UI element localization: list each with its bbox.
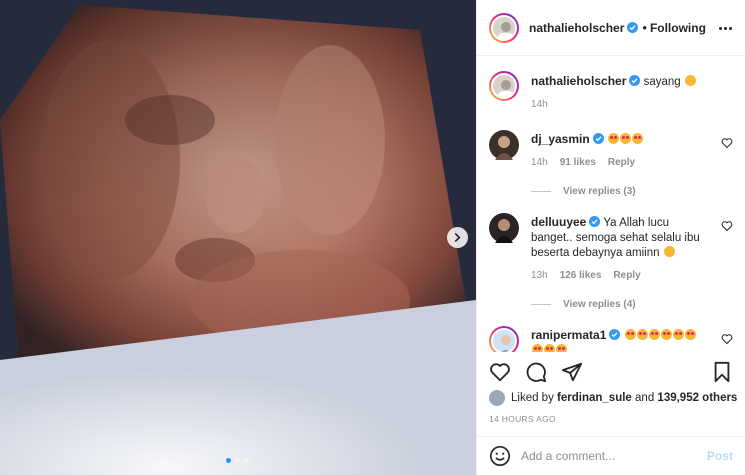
liker-avatar[interactable] bbox=[489, 390, 505, 406]
caption-text: sayang bbox=[643, 76, 681, 88]
carousel-indicator bbox=[226, 458, 249, 463]
caption: nathalieholscher sayang 14h bbox=[489, 71, 733, 112]
next-image-button[interactable] bbox=[447, 227, 468, 248]
comment-icon[interactable] bbox=[525, 361, 547, 383]
likes-count[interactable]: 139,952 others bbox=[657, 392, 737, 404]
verified-icon bbox=[627, 22, 639, 33]
cute-emoji-icon bbox=[663, 246, 675, 257]
commenter-avatar[interactable] bbox=[489, 326, 519, 352]
comment-likes[interactable]: 126 likes bbox=[560, 268, 602, 283]
add-comment-bar: Post bbox=[477, 436, 745, 475]
heart-eyes-emoji-icon bbox=[624, 329, 636, 340]
carousel-dot bbox=[226, 458, 231, 463]
heart-icon[interactable] bbox=[489, 361, 511, 383]
comments-list: nathalieholscher sayang 14h dj_yasmin 14… bbox=[477, 57, 745, 352]
comment-username[interactable]: dj_yasmin bbox=[531, 132, 590, 146]
kiss-emoji-icon bbox=[684, 75, 696, 86]
commenter-avatar[interactable] bbox=[489, 130, 519, 160]
verified-icon bbox=[592, 133, 604, 144]
heart-eyes-emoji-icon bbox=[648, 329, 660, 340]
heart-eyes-emoji-icon bbox=[660, 329, 672, 340]
author-username[interactable]: nathalieholscher bbox=[529, 21, 624, 35]
post-header: nathalieholscher • Following bbox=[477, 0, 745, 56]
share-icon[interactable] bbox=[561, 361, 583, 383]
heart-eyes-emoji-icon bbox=[532, 344, 543, 352]
view-replies-button[interactable]: View replies (4) bbox=[531, 299, 733, 310]
author-avatar[interactable] bbox=[489, 12, 519, 43]
comment-item: dj_yasmin 14h 91 likes Reply bbox=[489, 130, 733, 170]
caption-time: 14h bbox=[531, 99, 548, 110]
verified-icon bbox=[609, 329, 621, 340]
heart-eyes-emoji-icon bbox=[544, 344, 555, 352]
comment-item: ranipermata1 bbox=[489, 326, 733, 352]
chevron-right-icon bbox=[454, 233, 461, 242]
author-avatar[interactable] bbox=[489, 71, 519, 101]
caption-username[interactable]: nathalieholscher bbox=[531, 74, 626, 88]
reply-button[interactable]: Reply bbox=[608, 155, 635, 170]
comment-likes[interactable]: 91 likes bbox=[560, 155, 596, 170]
post-time[interactable]: 14 HOURS AGO bbox=[489, 414, 556, 424]
comment-username[interactable]: delluuyee bbox=[531, 215, 586, 229]
heart-eyes-emoji-icon bbox=[636, 329, 648, 340]
smile-icon[interactable] bbox=[489, 445, 511, 467]
action-bar bbox=[477, 357, 745, 387]
heart-eyes-emoji-icon bbox=[631, 133, 643, 144]
carousel-dot bbox=[244, 458, 249, 463]
more-icon[interactable] bbox=[717, 20, 733, 36]
heart-eyes-emoji-icon bbox=[556, 344, 567, 352]
liked-by: Liked by ferdinan_sule and 139,952 other… bbox=[489, 390, 737, 406]
reply-button[interactable]: Reply bbox=[613, 268, 640, 283]
comment-item: delluuyee Ya Allah lucu banget.. semoga … bbox=[489, 213, 733, 283]
comment-time: 13h bbox=[531, 270, 548, 281]
verified-icon bbox=[589, 216, 601, 227]
heart-icon[interactable] bbox=[721, 333, 733, 345]
comment-username[interactable]: ranipermata1 bbox=[531, 328, 606, 342]
comment-time: 14h bbox=[531, 157, 548, 168]
following-button[interactable]: Following bbox=[650, 21, 706, 35]
carousel-dot bbox=[235, 458, 240, 463]
heart-eyes-emoji-icon bbox=[607, 133, 619, 144]
verified-icon bbox=[629, 75, 641, 86]
liker-username[interactable]: ferdinan_sule bbox=[557, 392, 632, 404]
liked-by-and: and bbox=[635, 392, 655, 404]
heart-eyes-emoji-icon bbox=[619, 133, 631, 144]
heart-eyes-emoji-icon bbox=[672, 329, 684, 340]
post-button[interactable]: Post bbox=[707, 449, 733, 463]
post-media[interactable] bbox=[0, 0, 476, 475]
heart-icon[interactable] bbox=[721, 137, 733, 149]
heart-icon[interactable] bbox=[721, 220, 733, 232]
heart-eyes-emoji-icon bbox=[684, 329, 696, 340]
separator-dot: • bbox=[642, 20, 647, 35]
comment-input[interactable] bbox=[521, 449, 707, 463]
bookmark-icon[interactable] bbox=[711, 361, 733, 383]
liked-by-prefix: Liked by bbox=[511, 392, 554, 404]
ultrasound-photo bbox=[0, 0, 476, 475]
commenter-avatar[interactable] bbox=[489, 213, 519, 243]
post-side-panel: nathalieholscher • Following nathaliehol… bbox=[476, 0, 745, 475]
view-replies-button[interactable]: View replies (3) bbox=[531, 186, 733, 197]
